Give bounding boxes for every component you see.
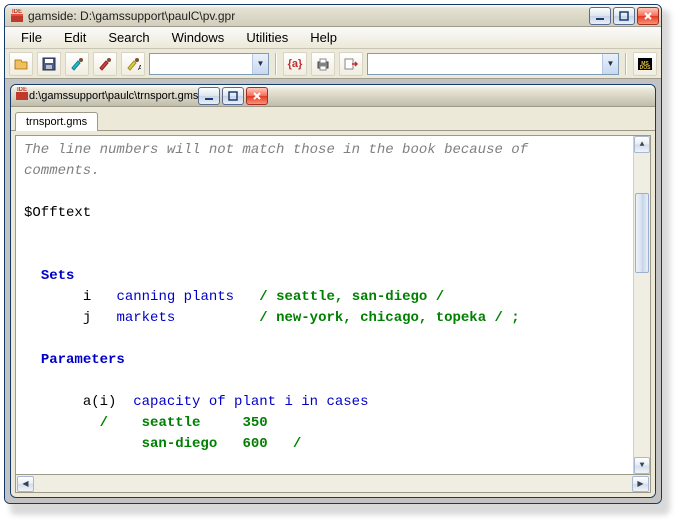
maximize-button[interactable] [613,7,635,25]
brush-red-button[interactable] [93,52,117,76]
close-button[interactable] [637,7,659,25]
child-minimize-button[interactable] [198,87,220,105]
brush-yellow-button[interactable]: A [121,52,145,76]
menu-windows[interactable]: Windows [162,28,235,47]
editor-window-title: d:\gamssupport\paulc\trnsport.gms [29,90,198,102]
code-slash: / [293,436,301,452]
code-data: seattle 350 [142,415,268,431]
scroll-right-button[interactable]: ▶ [632,476,649,492]
dos-button[interactable]: MSDOS [633,52,657,76]
export-button[interactable] [339,52,363,76]
app-icon: IDE [9,8,25,24]
toolbar: A ▼ {a} ▼ MSDOS [5,49,661,79]
minimize-button[interactable] [589,7,611,25]
print-button[interactable] [311,52,335,76]
child-close-button[interactable] [246,87,268,105]
editor-window: IDE d:\gamssupport\paulc\trnsport.gms [10,84,656,498]
code-comment: comments. [24,163,100,179]
document-icon: IDE [15,87,29,104]
code-keyword: Parameters [41,352,125,368]
code-identifier: a(i) [83,394,117,410]
svg-text:A: A [138,65,141,72]
code-slash: / [100,415,108,431]
match-braces-button[interactable]: {a} [283,52,307,76]
main-titlebar: IDE gamside: D:\gamssupport\paulC\pv.gpr [5,5,661,27]
chevron-down-icon: ▼ [252,54,268,74]
code-description: canning plants [116,289,234,305]
menu-help[interactable]: Help [300,28,347,47]
menu-utilities[interactable]: Utilities [236,28,298,47]
toolbar-separator [625,53,627,75]
toolbar-separator [275,53,277,75]
mdi-client-area: IDE d:\gamssupport\paulc\trnsport.gms [5,79,661,503]
code-keyword: Sets [41,268,75,284]
code-identifier: j [83,310,91,326]
main-window: IDE gamside: D:\gamssupport\paulC\pv.gpr… [4,4,662,504]
code-description: capacity of plant i in cases [133,394,368,410]
code-data: / seattle, san-diego / [259,289,444,305]
child-maximize-button[interactable] [222,87,244,105]
code-data: / new-york, chicago, topeka / ; [259,310,519,326]
code-comment: The line numbers will not match those in… [24,142,528,158]
scroll-left-button[interactable]: ◀ [17,476,34,492]
editor-tabstrip: trnsport.gms [11,107,655,131]
menubar: File Edit Search Windows Utilities Help [5,27,661,49]
horizontal-scrollbar[interactable]: ◀ ▶ [15,475,651,493]
toolbar-dropdown-1[interactable]: ▼ [149,53,269,75]
svg-text:DOS: DOS [640,65,652,71]
brush-cyan-button[interactable] [65,52,89,76]
menu-search[interactable]: Search [98,28,159,47]
code-directive: $Offtext [24,205,91,221]
editor-titlebar: IDE d:\gamssupport\paulc\trnsport.gms [11,85,655,107]
save-button[interactable] [37,52,61,76]
code-identifier: i [83,289,91,305]
code-description: markets [116,310,175,326]
code-editor[interactable]: The line numbers will not match those in… [15,135,651,475]
open-button[interactable] [9,52,33,76]
window-title: gamside: D:\gamssupport\paulC\pv.gpr [28,9,589,23]
chevron-down-icon: ▼ [602,54,618,74]
tab-trnsport[interactable]: trnsport.gms [15,112,98,131]
menu-file[interactable]: File [11,28,52,47]
scroll-up-button[interactable]: ▲ [634,136,650,153]
vertical-scrollbar[interactable]: ▲ ▼ [633,136,650,474]
svg-text:IDE: IDE [17,87,27,93]
scroll-track[interactable] [634,153,650,457]
scroll-thumb[interactable] [635,193,649,273]
menu-edit[interactable]: Edit [54,28,96,47]
toolbar-dropdown-2[interactable]: ▼ [367,53,619,75]
scroll-down-button[interactable]: ▼ [634,457,650,474]
code-data: san-diego 600 [142,436,268,452]
svg-text:IDE: IDE [12,9,22,15]
